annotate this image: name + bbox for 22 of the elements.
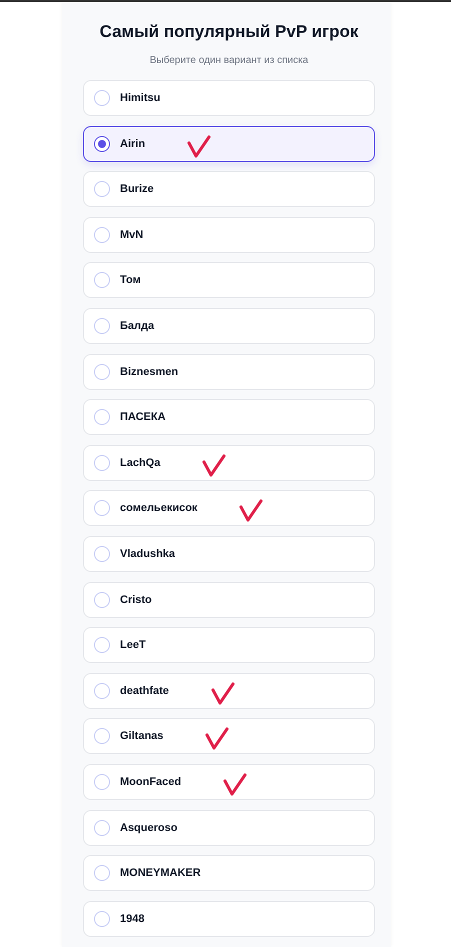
option-item[interactable]: MvN (83, 216, 375, 253)
option-item[interactable]: ПАСЕКА (83, 399, 375, 436)
poll-subtitle: Выберите один вариант из списка (148, 55, 310, 67)
option-item[interactable]: Балда (83, 308, 375, 344)
option-item[interactable]: LachQa (83, 444, 375, 481)
option-item[interactable]: Himitsu (83, 80, 375, 116)
option-item[interactable]: Airin (83, 126, 375, 162)
option-item[interactable]: Biznesmen (83, 354, 375, 390)
option-item[interactable]: 1948 (83, 900, 375, 937)
option-item[interactable]: Vladushka (83, 536, 375, 572)
option-item[interactable]: LeeT (83, 627, 375, 664)
radio-button[interactable] (94, 136, 110, 152)
option-item[interactable]: сомельекисок (83, 490, 375, 526)
option-item[interactable]: MoonFaced (83, 764, 375, 800)
option-item[interactable]: Asqueroso (83, 810, 375, 846)
option-item[interactable]: Cristo (83, 582, 375, 618)
option-item[interactable]: Burize (83, 171, 375, 208)
option-item[interactable]: MONEYMAKER (83, 855, 375, 892)
option-item[interactable]: Giltanas (83, 718, 375, 754)
option-item[interactable]: Том (83, 262, 375, 298)
option-item[interactable]: deathfate (83, 672, 375, 709)
poll-title: Самый популярный PvP игрок (98, 22, 360, 42)
